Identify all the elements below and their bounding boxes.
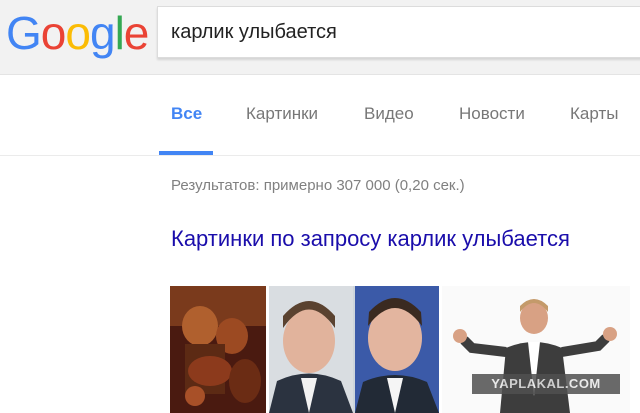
logo-letter-g2: g bbox=[89, 7, 116, 59]
tab-all[interactable]: Все bbox=[171, 104, 202, 124]
images-heading-link[interactable]: Картинки по запросу карлик улыбается bbox=[171, 226, 570, 252]
logo-letter-o2: o bbox=[65, 7, 91, 59]
tab-news[interactable]: Новости bbox=[459, 104, 525, 124]
logo-letter-g: G bbox=[6, 7, 42, 59]
search-box[interactable] bbox=[157, 6, 640, 58]
watermark: YAPLAKAL.COM bbox=[472, 374, 620, 394]
google-logo[interactable]: Google bbox=[6, 7, 150, 59]
tab-video[interactable]: Видео bbox=[364, 104, 414, 124]
tab-maps[interactable]: Карты bbox=[570, 104, 618, 124]
active-tab-indicator bbox=[159, 151, 213, 155]
logo-letter-e: e bbox=[123, 7, 150, 59]
logo-letter-o1: o bbox=[40, 7, 67, 59]
thumbnail-2-image bbox=[269, 286, 439, 413]
image-thumbnail-1[interactable] bbox=[170, 286, 266, 413]
thumbnail-1-image bbox=[170, 286, 266, 413]
tab-images[interactable]: Картинки bbox=[246, 104, 318, 124]
logo-letter-l: l bbox=[114, 7, 125, 59]
results-stats: Результатов: примерно 307 000 (0,20 сек.… bbox=[171, 177, 465, 194]
search-header: Google bbox=[0, 0, 640, 75]
search-input[interactable] bbox=[171, 21, 631, 44]
search-tabs: Все Картинки Видео Новости Карты bbox=[0, 76, 640, 156]
image-thumbnail-2[interactable] bbox=[269, 286, 439, 413]
